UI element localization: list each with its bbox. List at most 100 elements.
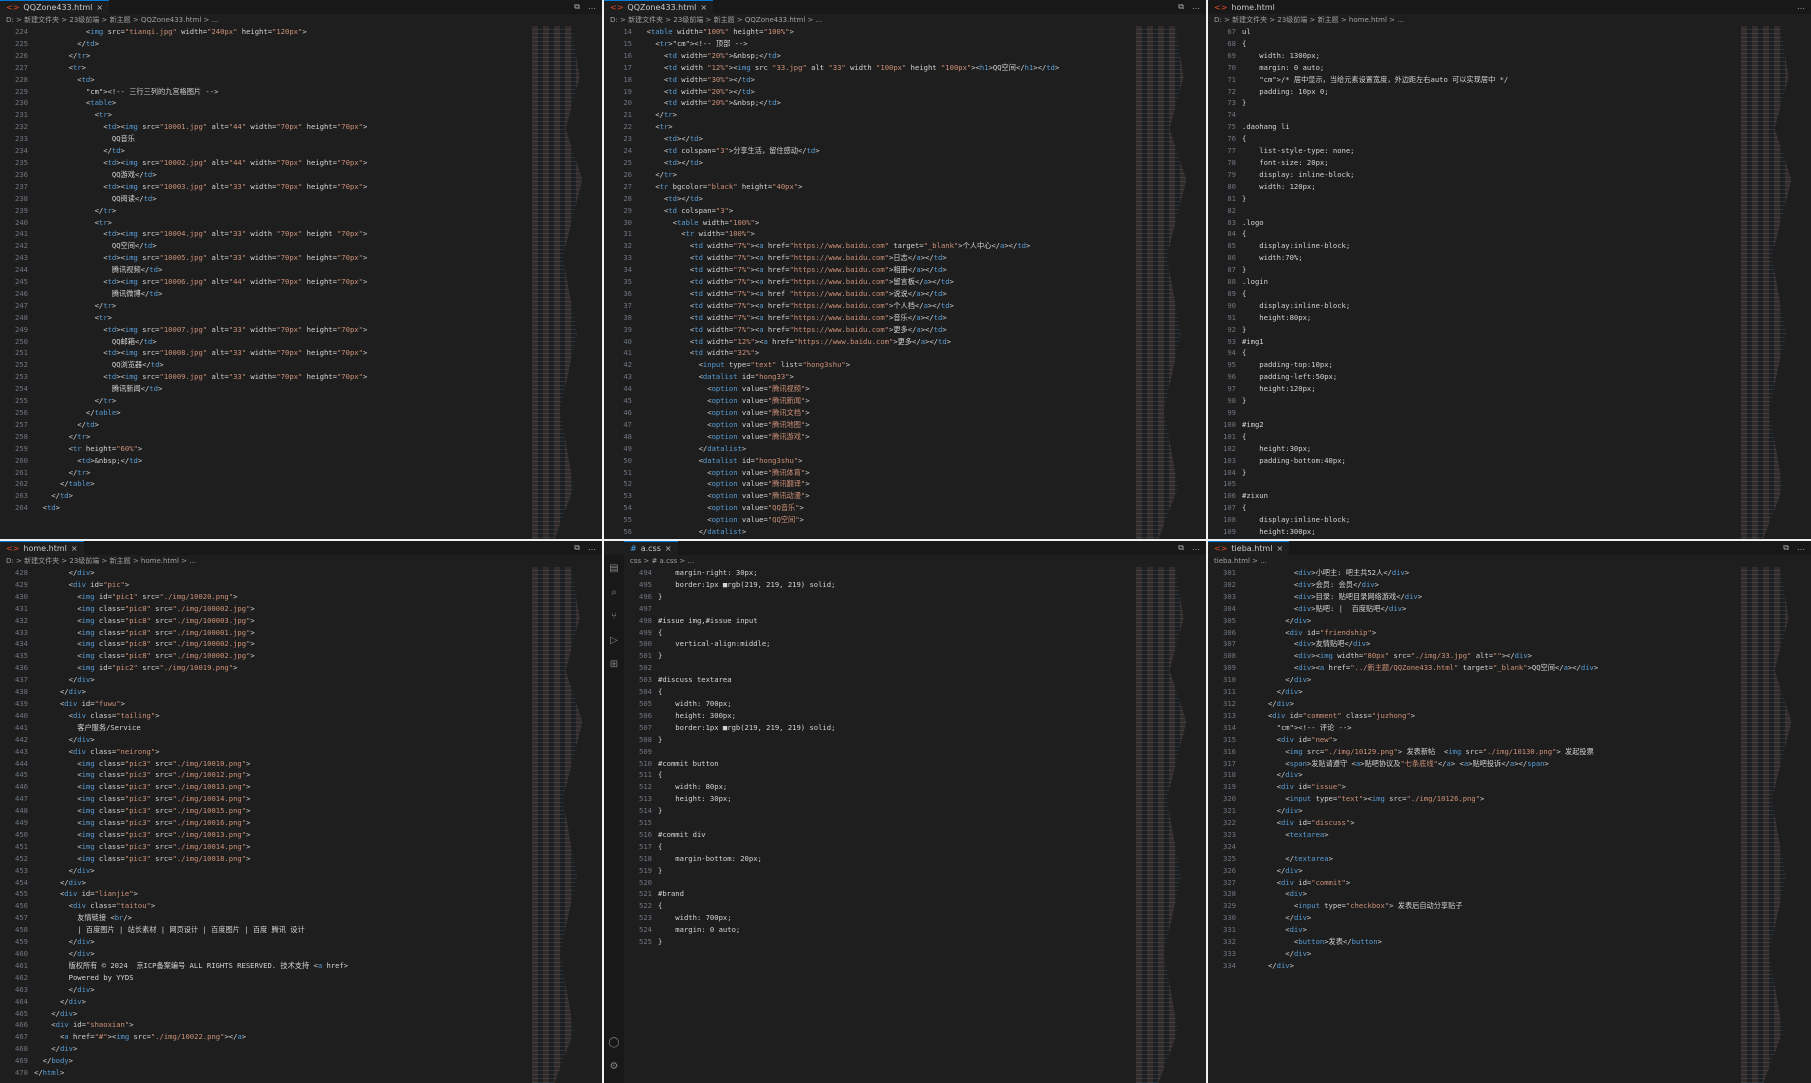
code-line[interactable]: <td> xyxy=(34,74,522,86)
code-line[interactable]: <td></td> xyxy=(638,193,1126,205)
code-line[interactable]: </div> xyxy=(34,567,522,579)
code-line[interactable]: <div id="pic"> xyxy=(34,579,522,591)
code-line[interactable]: 客户服务/Service xyxy=(34,722,522,734)
code-line[interactable]: padding-bottom:40px; xyxy=(1242,455,1731,467)
code-line[interactable]: 版权所有 © 2024 京ICP备案编号 ALL RIGHTS RESERVED… xyxy=(34,960,522,972)
code-line[interactable]: <img src="./img/10129.png"> 发表新帖 <img sr… xyxy=(1242,746,1731,758)
code-line[interactable]: <div id="shaoxian"> xyxy=(34,1019,522,1031)
breadcrumb[interactable]: D: > 新建文件夹 > 23级前端 > 新主题 > QQZone433.htm… xyxy=(0,14,602,26)
code-line[interactable]: vertical-align:middle; xyxy=(658,638,1126,650)
code-line[interactable]: <div> xyxy=(1242,924,1731,936)
code-line[interactable]: </td> xyxy=(34,145,522,157)
code-line[interactable]: <div id="comment" class="juzhong"> xyxy=(1242,710,1731,722)
code-line[interactable]: </tr> xyxy=(34,50,522,62)
code-line[interactable]: <img class="pic3" src="./img/10010.png"> xyxy=(34,758,522,770)
code-line[interactable]: </tr> xyxy=(34,395,522,407)
code-line[interactable]: <td width="7%"><a href="https://www.baid… xyxy=(638,264,1126,276)
code-line[interactable]: <div>会员: 会员</div> xyxy=(1242,579,1731,591)
code-line[interactable]: <img src="tianqi.jpg" width="240px" heig… xyxy=(34,26,522,38)
code-line[interactable]: .login xyxy=(1242,276,1731,288)
code-line[interactable]: </table> xyxy=(34,407,522,419)
code-line[interactable]: <a href="#"><img src="./img/10022.png"><… xyxy=(34,1031,522,1043)
code-line[interactable]: <td width="7%"><a href "https://www.baid… xyxy=(638,288,1126,300)
code-line[interactable] xyxy=(658,877,1126,889)
code-line[interactable]: } xyxy=(1242,264,1731,276)
code-line[interactable]: </div> xyxy=(1242,769,1731,781)
code-line[interactable]: 腾讯新闻</td> xyxy=(34,383,522,395)
code-line[interactable]: <table width="100%" height="100%"> xyxy=(638,26,1126,38)
code-line[interactable]: <button>发表</button> xyxy=(1242,936,1731,948)
code-line[interactable]: <td><img src="10003.jpg" alt="33" width=… xyxy=(34,181,522,193)
code-line[interactable]: <td><img src="10009.jpg" alt="33" width=… xyxy=(34,371,522,383)
code-line[interactable]: </div> xyxy=(1242,615,1731,627)
code-line[interactable]: <tr> xyxy=(638,121,1126,133)
code-line[interactable]: #issue img,#issue input xyxy=(658,615,1126,627)
code-line[interactable]: QQ空间</td> xyxy=(34,240,522,252)
code-line[interactable] xyxy=(1242,407,1731,419)
close-icon[interactable]: × xyxy=(1276,544,1283,553)
code-line[interactable]: Powered by YYDS xyxy=(34,972,522,984)
code-line[interactable]: </div> xyxy=(1242,674,1731,686)
code-line[interactable] xyxy=(658,662,1126,674)
settings-gear-icon[interactable]: ⚙ xyxy=(608,1061,620,1073)
code-line[interactable]: <tr height="60%"> xyxy=(34,443,522,455)
code-line[interactable]: <td colspan="3">分享生活，留住感动</td> xyxy=(638,145,1126,157)
code-line[interactable]: <option value="QQ空间"> xyxy=(638,514,1126,526)
more-actions-icon[interactable]: … xyxy=(1192,541,1200,555)
code-line[interactable]: <td><img src="10001.jpg" alt="44" width=… xyxy=(34,121,522,133)
code-line[interactable]: <td width="7%"><a href="https://www.baid… xyxy=(638,300,1126,312)
code-line[interactable]: </div> xyxy=(34,674,522,686)
code-line[interactable]: <td></td> xyxy=(638,133,1126,145)
code-line[interactable]: <textarea> xyxy=(1242,829,1731,841)
code-line[interactable]: <div>贴吧: | 百度贴吧</div> xyxy=(1242,603,1731,615)
code-line[interactable]: } xyxy=(658,734,1126,746)
code-line[interactable]: "cm"><!-- 评论 --> xyxy=(1242,722,1731,734)
code-line[interactable]: height:80px; xyxy=(1242,312,1731,324)
code-line[interactable] xyxy=(1242,109,1731,121)
code-line[interactable]: display: inline-block; xyxy=(1242,169,1731,181)
code-line[interactable]: { xyxy=(658,841,1126,853)
code-line[interactable]: </body> xyxy=(34,1055,522,1067)
code-line[interactable]: </div> xyxy=(34,1008,522,1020)
code-line[interactable]: { xyxy=(1242,502,1731,514)
code-line[interactable]: </datalist> xyxy=(638,443,1126,455)
code-line[interactable]: #brand xyxy=(658,888,1126,900)
code-line[interactable]: border:1px ■rgb(219, 219, 219) solid; xyxy=(658,579,1126,591)
code-line[interactable]: </td> xyxy=(34,419,522,431)
code-line[interactable]: <img class="pic3" src="./img/10015.png"> xyxy=(34,805,522,817)
code-line[interactable]: { xyxy=(1242,38,1731,50)
code-line[interactable]: { xyxy=(658,769,1126,781)
code-line[interactable]: <td width="20%">&nbsp;</td> xyxy=(638,97,1126,109)
search-icon[interactable]: ⌕ xyxy=(608,587,620,599)
tab-file[interactable]: <> tieba.html × xyxy=(1208,541,1290,556)
scrollbar[interactable] xyxy=(1196,26,1204,539)
code-line[interactable]: <td> xyxy=(34,502,522,514)
code-line[interactable]: #commit button xyxy=(658,758,1126,770)
code-line[interactable]: <option value="腾讯视频"> xyxy=(638,383,1126,395)
code-line[interactable]: display:inline-block; xyxy=(1242,514,1731,526)
code-line[interactable]: <option value="腾讯动漫"> xyxy=(638,490,1126,502)
code-text[interactable]: <div>小吧主: 吧主共52人</div> <div>会员: 会员</div>… xyxy=(1242,567,1731,972)
minimap[interactable] xyxy=(1136,567,1187,1083)
scrollbar[interactable] xyxy=(1801,567,1809,1083)
code-line[interactable]: width: 120px; xyxy=(1242,181,1731,193)
code-line[interactable]: height:120px; xyxy=(1242,383,1731,395)
code-line[interactable]: { xyxy=(1242,347,1731,359)
run-debug-icon[interactable]: ▷ xyxy=(608,635,620,647)
code-text[interactable]: margin-right: 30px; border:1px ■rgb(219,… xyxy=(658,567,1126,948)
code-line[interactable]: <td><img src="10005.jpg" alt="33" width=… xyxy=(34,252,522,264)
scrollbar[interactable] xyxy=(1196,567,1204,1083)
code-line[interactable]: #img2 xyxy=(1242,419,1731,431)
code-line[interactable]: <tr width="100%"> xyxy=(638,228,1126,240)
code-line[interactable] xyxy=(1242,841,1731,853)
code-line[interactable]: <div class="taitou"> xyxy=(34,900,522,912)
code-line[interactable]: "cm"><!-- 三行三列的九宫格图片 --> xyxy=(34,86,522,98)
close-icon[interactable]: × xyxy=(71,544,78,553)
code-line[interactable]: <div id="commit"> xyxy=(1242,877,1731,889)
split-editor-icon[interactable]: ⧉ xyxy=(1783,541,1789,555)
code-line[interactable] xyxy=(658,603,1126,615)
code-line[interactable]: width:70%; xyxy=(1242,252,1731,264)
code-line[interactable]: <div class="tailing"> xyxy=(34,710,522,722)
code-line[interactable]: QQ阅读</td> xyxy=(34,193,522,205)
code-line[interactable]: 腾讯微博</td> xyxy=(34,288,522,300)
